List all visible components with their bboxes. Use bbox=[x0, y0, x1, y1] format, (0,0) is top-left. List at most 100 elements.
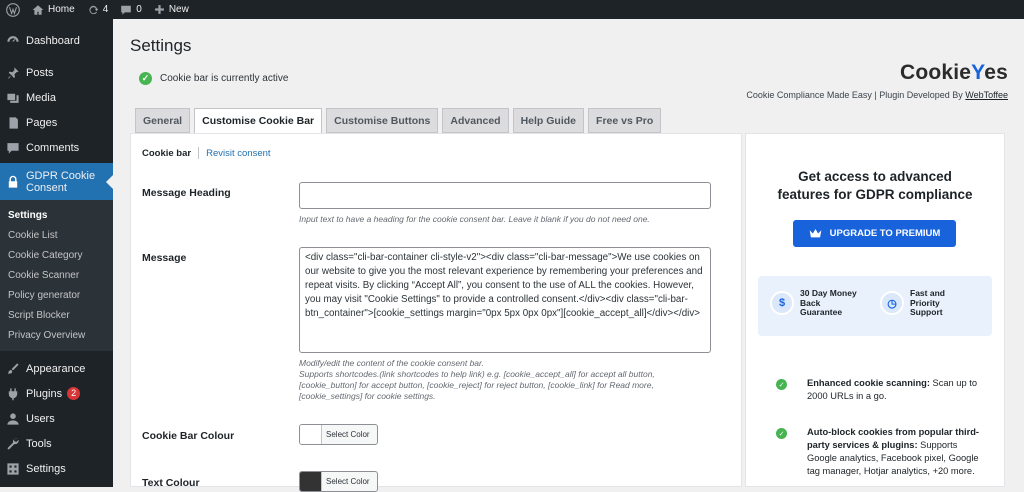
menu-label: Users bbox=[26, 412, 55, 425]
cookie-bar-colour-picker[interactable]: Select Color bbox=[299, 424, 378, 445]
dashboard-icon bbox=[7, 35, 19, 42]
message-help: Modify/edit the content of the cookie co… bbox=[299, 358, 699, 402]
feature-item: ✓ Auto-block cookies from popular third-p… bbox=[776, 426, 987, 478]
brush-icon bbox=[8, 362, 19, 374]
brand-tagline: Cookie Compliance Made Easy | Plugin Dev… bbox=[746, 90, 1008, 100]
lock-icon bbox=[8, 175, 18, 188]
updates-count: 4 bbox=[102, 4, 109, 15]
message-heading-input[interactable] bbox=[299, 182, 711, 209]
settings-panel: Cookie bar Revisit consent Message Headi… bbox=[130, 133, 742, 492]
priority-support: ◷ Fast and Priority Support bbox=[880, 288, 945, 318]
submenu-policy-generator[interactable]: Policy generator bbox=[0, 285, 113, 305]
wordpress-logo-icon[interactable] bbox=[0, 0, 26, 19]
crown-icon bbox=[809, 228, 822, 238]
comments-count: 0 bbox=[136, 4, 142, 15]
cookie-bar-colour-label: Cookie Bar Colour bbox=[142, 430, 235, 442]
page-title: Settings bbox=[130, 36, 192, 55]
new-link[interactable]: New bbox=[148, 0, 195, 19]
subtab-revisit-consent[interactable]: Revisit consent bbox=[206, 148, 270, 159]
submenu-cookie-list[interactable]: Cookie List bbox=[0, 225, 113, 245]
menu-label-line2: Consent bbox=[26, 181, 67, 194]
menu-settings[interactable]: Settings bbox=[0, 456, 113, 481]
support-line: Support bbox=[910, 307, 943, 317]
new-label: New bbox=[168, 4, 189, 15]
select-color-label: Select Color bbox=[326, 430, 370, 439]
submenu-privacy-overview[interactable]: Privacy Overview bbox=[0, 325, 113, 345]
comments-link[interactable]: 0 bbox=[114, 0, 148, 19]
tab-customise-buttons[interactable]: Customise Buttons bbox=[326, 108, 439, 133]
promo-heading-line1: Get access to advanced bbox=[798, 169, 952, 184]
menu-tools[interactable]: Tools bbox=[0, 431, 113, 456]
plus-icon bbox=[154, 5, 164, 14]
feature-text: Enhanced cookie scanning: Scan up to 200… bbox=[807, 377, 987, 403]
message-help-shortcodes: Supports shortcodes.(link shortcodes to … bbox=[299, 369, 655, 401]
pages-icon bbox=[9, 116, 18, 129]
money-icon: $ bbox=[770, 291, 794, 316]
subtab-cookie-bar[interactable]: Cookie bar bbox=[142, 148, 191, 159]
support-line: Fast and bbox=[910, 288, 945, 298]
feature-item: ✓ Enhanced cookie scanning: Scan up to 20… bbox=[776, 377, 987, 403]
cookieyes-logo: CookieYes bbox=[746, 61, 1008, 85]
menu-comments[interactable]: Comments bbox=[0, 135, 113, 160]
main-content: Settings ✓ Cookie bar is currently active… bbox=[113, 19, 1024, 492]
menu-posts[interactable]: Posts bbox=[0, 60, 113, 85]
menu-label: Plugins bbox=[26, 387, 63, 400]
clock-icon: ◷ bbox=[880, 291, 904, 316]
check-icon: ✓ bbox=[139, 72, 152, 85]
submenu-script-blocker[interactable]: Script Blocker bbox=[0, 305, 113, 325]
submenu: Settings Cookie List Cookie Category Coo… bbox=[0, 200, 113, 351]
tab-help-guide[interactable]: Help Guide bbox=[512, 108, 585, 133]
updates-link[interactable]: 4 bbox=[81, 0, 115, 19]
status-notice: ✓ Cookie bar is currently active bbox=[139, 72, 288, 85]
home-link[interactable]: Home bbox=[26, 0, 81, 19]
settings-icon bbox=[7, 462, 19, 475]
tab-customise-cookie-bar[interactable]: Customise Cookie Bar bbox=[194, 108, 323, 134]
menu-label-line1: GDPR Cookie bbox=[26, 169, 96, 182]
menu-label: Pages bbox=[26, 116, 58, 129]
colour-swatch bbox=[300, 425, 322, 444]
submenu-cookie-scanner[interactable]: Cookie Scanner bbox=[0, 265, 113, 285]
home-label: Home bbox=[48, 4, 75, 15]
menu-gdpr-cookie-consent[interactable]: GDPR Cookie Consent bbox=[0, 163, 113, 200]
check-icon: ✓ bbox=[776, 428, 787, 439]
subtab-divider bbox=[198, 147, 200, 159]
menu-plugins[interactable]: Plugins 2 bbox=[0, 381, 113, 406]
guarantee-text: 30 Day Money Back Guarantee bbox=[800, 288, 857, 318]
logo-suffix: es bbox=[984, 61, 1008, 84]
logo-prefix: Cookie bbox=[899, 61, 972, 84]
menu-label: Tools bbox=[26, 437, 52, 450]
menu-dashboard[interactable]: Dashboard bbox=[0, 28, 113, 53]
menu-pages[interactable]: Pages bbox=[0, 110, 113, 135]
menu-label: Posts bbox=[26, 66, 54, 79]
brand-header: CookieYes Cookie Compliance Made Easy | … bbox=[746, 61, 1008, 100]
menu-users[interactable]: Users bbox=[0, 406, 113, 431]
webtoffee-link[interactable]: WebToffee bbox=[965, 90, 1008, 100]
settings-tabs: General Customise Cookie Bar Customise B… bbox=[135, 108, 665, 134]
tab-advanced[interactable]: Advanced bbox=[442, 108, 509, 133]
user-icon bbox=[7, 412, 19, 425]
tab-general[interactable]: General bbox=[135, 108, 191, 133]
menu-media[interactable]: Media bbox=[0, 85, 113, 110]
upgrade-button[interactable]: UPGRADE TO PREMIUM bbox=[793, 220, 956, 247]
feature-text: Auto-block cookies from popular third-pa… bbox=[807, 426, 987, 478]
wrench-icon bbox=[7, 437, 19, 450]
tab-free-vs-pro[interactable]: Free vs Pro bbox=[588, 108, 662, 133]
promo-sidebar: Get access to advanced features for GDPR … bbox=[745, 133, 1005, 487]
notice-text: Cookie bar is currently active bbox=[160, 73, 289, 84]
submenu-settings[interactable]: Settings bbox=[0, 205, 113, 225]
message-textarea[interactable]: <div class="cli-bar-container cli-style-… bbox=[299, 247, 711, 353]
guarantee-line: Back bbox=[800, 297, 821, 308]
plugin-icon bbox=[8, 387, 18, 400]
guarantee-box: $ 30 Day Money Back Guarantee ◷ Fast and Pr… bbox=[758, 276, 992, 336]
text-colour-picker[interactable]: Select Color bbox=[299, 471, 378, 492]
menu-appearance[interactable]: Appearance bbox=[0, 356, 113, 381]
admin-bar: Home 4 0 New bbox=[0, 0, 1024, 19]
submenu-cookie-category[interactable]: Cookie Category bbox=[0, 245, 113, 265]
support-line: Priority bbox=[910, 297, 940, 308]
home-icon bbox=[32, 4, 44, 15]
message-heading-label: Message Heading bbox=[142, 187, 231, 199]
menu-label: Settings bbox=[26, 462, 66, 475]
promo-heading-line2: features for GDPR compliance bbox=[777, 187, 973, 202]
plugins-count-badge: 2 bbox=[67, 387, 81, 400]
subtabs: Cookie bar Revisit consent bbox=[142, 147, 271, 159]
